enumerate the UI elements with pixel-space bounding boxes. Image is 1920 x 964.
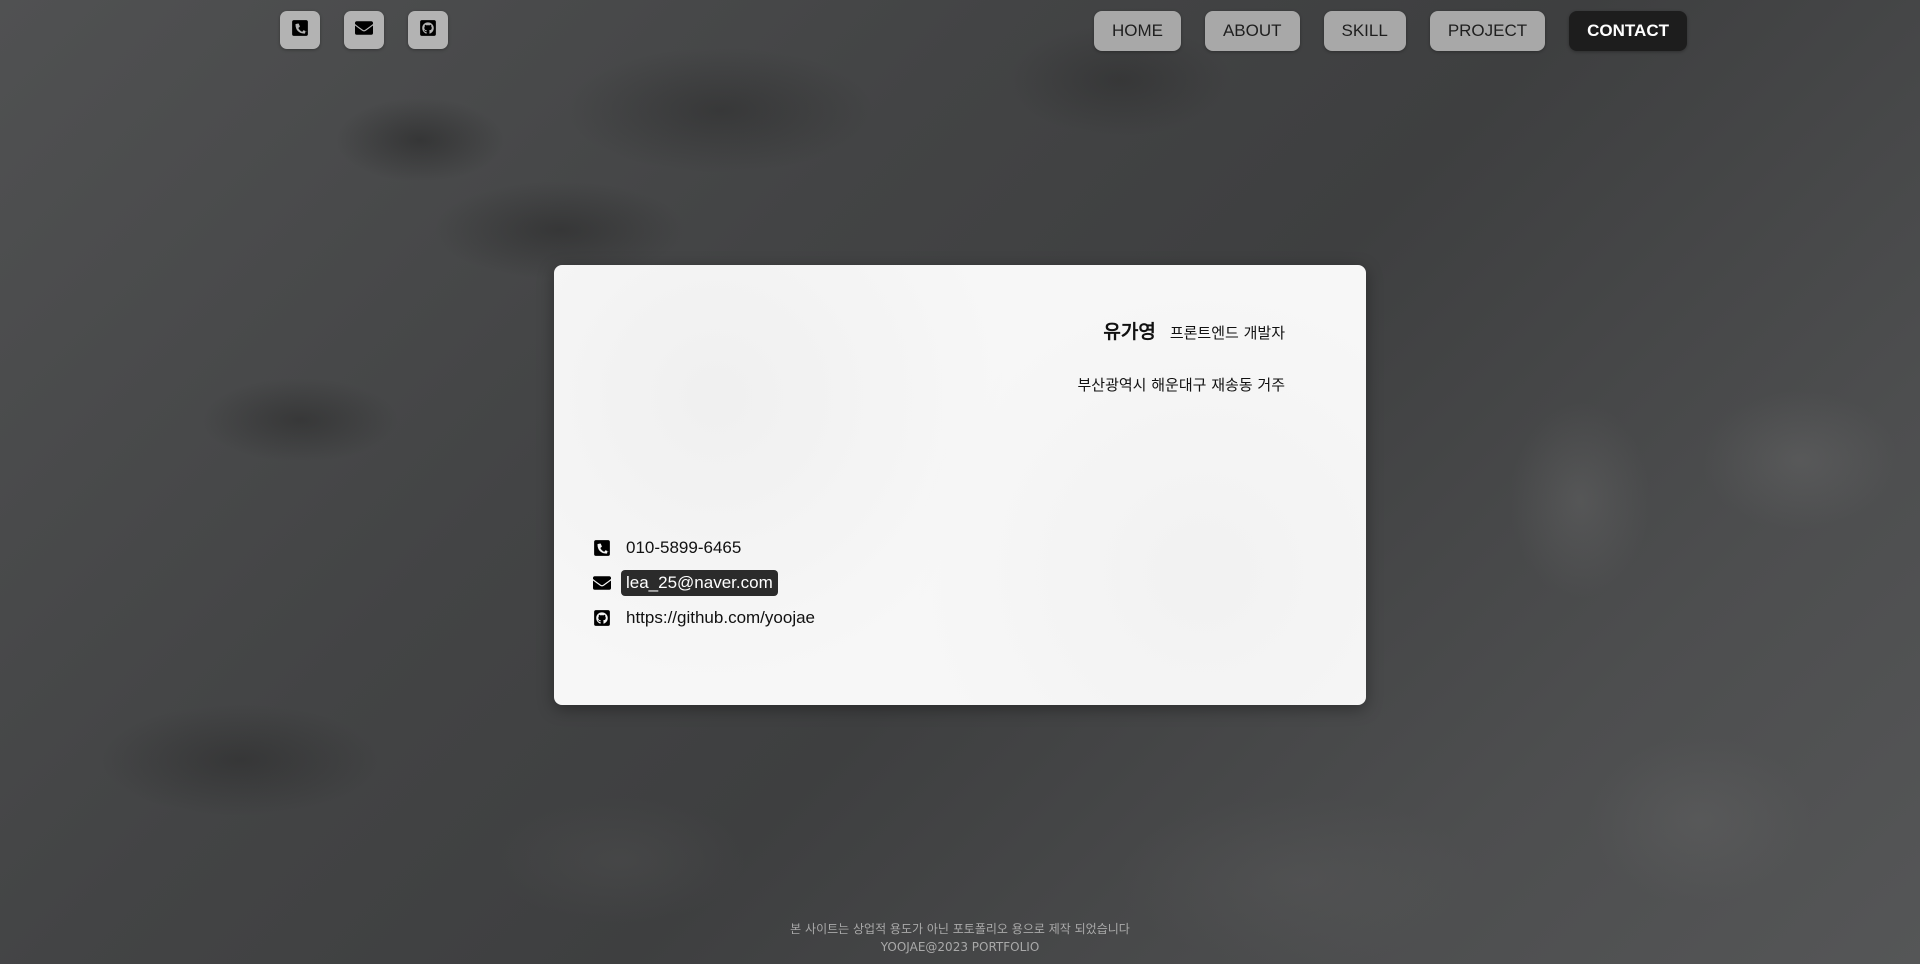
footer: 본 사이트는 상업적 용도가 아닌 포토폴리오 용으로 제작 되었습니다 YOO… xyxy=(0,920,1920,956)
nav-contact[interactable]: CONTACT xyxy=(1569,11,1687,51)
main-nav: HOME ABOUT SKILL PROJECT CONTACT xyxy=(1093,11,1687,51)
contact-email-row: lea_25@naver.com xyxy=(593,568,820,597)
mail-icon xyxy=(355,19,373,41)
phone-icon xyxy=(291,19,309,41)
phone-number[interactable]: 010-5899-6465 xyxy=(621,535,746,561)
card-header: 유가영 프론트엔드 개발자 xyxy=(1103,317,1285,344)
contact-github-row: https://github.com/yoojae xyxy=(593,603,820,632)
person-name: 유가영 xyxy=(1103,321,1156,343)
footer-notice: 본 사이트는 상업적 용도가 아닌 포토폴리오 용으로 제작 되었습니다 xyxy=(790,922,1130,936)
github-url[interactable]: https://github.com/yoojae xyxy=(621,605,820,631)
nav-skill[interactable]: SKILL xyxy=(1323,11,1406,51)
nav-about[interactable]: ABOUT xyxy=(1204,11,1300,51)
mail-icon xyxy=(593,574,611,592)
phone-link-button[interactable] xyxy=(280,11,320,49)
mail-link-button[interactable] xyxy=(344,11,384,49)
contact-card: 유가영 프론트엔드 개발자 부산광역시 해운대구 재송동 거주 010-5899… xyxy=(554,265,1366,705)
email-address[interactable]: lea_25@naver.com xyxy=(621,569,778,596)
github-link-button[interactable] xyxy=(408,11,448,49)
footer-copyright: YOOJAE@2023 PORTFOLIO xyxy=(880,940,1040,954)
nav-project[interactable]: PROJECT xyxy=(1429,11,1546,51)
person-address: 부산광역시 해운대구 재송동 거주 xyxy=(1077,376,1285,394)
contact-list: 010-5899-6465 lea_25@naver.com https://g… xyxy=(593,533,820,632)
phone-icon xyxy=(593,539,611,557)
github-icon xyxy=(419,19,437,41)
person-role: 프론트엔드 개발자 xyxy=(1169,324,1285,342)
nav-home[interactable]: HOME xyxy=(1093,11,1181,51)
contact-phone-row: 010-5899-6465 xyxy=(593,533,820,562)
github-icon xyxy=(593,609,611,627)
social-links xyxy=(280,11,448,49)
